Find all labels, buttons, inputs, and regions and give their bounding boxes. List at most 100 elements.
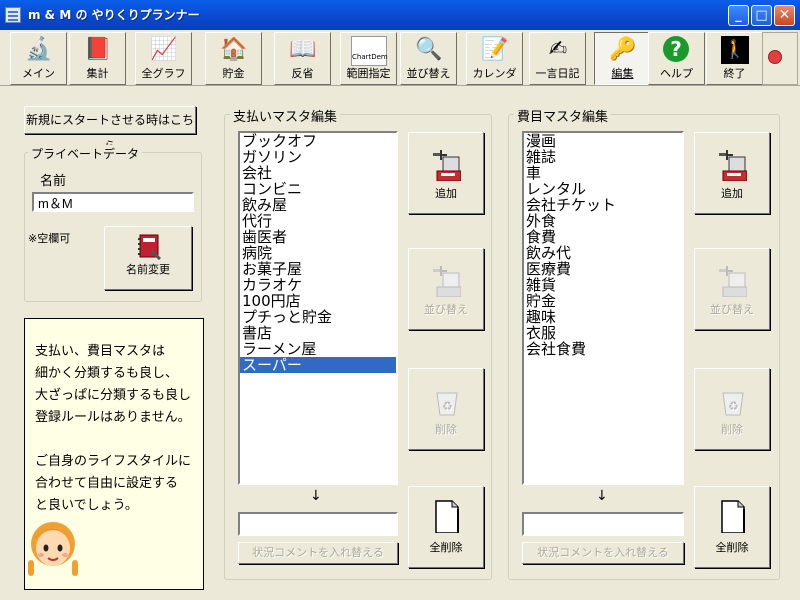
payment-sort-label: 並び替え bbox=[424, 303, 468, 316]
payment-list[interactable]: ブックオフ ガソリン 会社 コンビニ 飲み屋 代行 歯医者 病院 お菓子屋 カラオケ 100円店 プチ… bbox=[238, 131, 398, 485]
list-item[interactable]: プチっと貯金 bbox=[240, 309, 396, 325]
toolbar-button-label: 反省 bbox=[291, 67, 314, 80]
list-item[interactable]: 貯金 bbox=[524, 293, 682, 309]
expense-comment-input[interactable] bbox=[522, 512, 684, 536]
expense-delete-all-label: 全削除 bbox=[715, 541, 749, 554]
notebook-icon: 📕 bbox=[84, 37, 112, 62]
payment-replace-button[interactable]: 状況コメントを入れ替える bbox=[238, 542, 398, 564]
list-item[interactable]: 雑誌 bbox=[524, 149, 682, 165]
expense-delete-all-button[interactable]: 全削除 bbox=[694, 486, 770, 568]
name-label: 名前 bbox=[40, 174, 67, 189]
list-item[interactable]: 歯医者 bbox=[240, 229, 396, 245]
list-item[interactable]: 会社 bbox=[240, 165, 396, 181]
payment-delete-button[interactable]: ♻ 削除 bbox=[408, 368, 484, 450]
payment-add-button[interactable]: 追加 bbox=[408, 132, 484, 214]
list-item[interactable]: コンビニ bbox=[240, 181, 396, 197]
chart-demo-icon: ChartDem bbox=[351, 36, 388, 66]
blank-page-icon bbox=[721, 500, 745, 533]
list-item[interactable]: 車 bbox=[524, 165, 682, 181]
list-item[interactable]: 病院 bbox=[240, 245, 396, 261]
expense-add-button[interactable]: 追加 bbox=[694, 132, 770, 214]
payment-delete-all-button[interactable]: 全削除 bbox=[408, 486, 484, 568]
payment-delete-all-label: 全削除 bbox=[429, 541, 463, 554]
expense-delete-button[interactable]: ♻ 削除 bbox=[694, 368, 770, 450]
blank-page-icon bbox=[435, 500, 459, 533]
payment-master-title: 支払いマスタ編集 bbox=[230, 106, 341, 125]
window-title: m & M の やりくりプランナー bbox=[28, 8, 200, 22]
list-item[interactable]: 趣味 bbox=[524, 309, 682, 325]
list-item[interactable]: 衣服 bbox=[524, 325, 682, 341]
minimize-button[interactable]: _ bbox=[728, 5, 749, 26]
payment-delete-label: 削除 bbox=[435, 423, 457, 436]
toolbar-button-9[interactable]: ✍ 一言日記 bbox=[529, 32, 586, 85]
name-input[interactable] bbox=[32, 192, 194, 212]
exit-icon: 🚶 bbox=[721, 36, 749, 64]
toolbar-button-4[interactable]: 🏠 貯金 bbox=[205, 32, 262, 85]
book-icon: 📖 bbox=[289, 37, 317, 62]
new-start-button[interactable]: 新規にスタートさせる時はこちら bbox=[24, 106, 196, 153]
list-item[interactable]: ガソリン bbox=[240, 149, 396, 165]
list-item[interactable]: 飲み代 bbox=[524, 245, 682, 261]
toolbar-button-label: 全グラフ bbox=[141, 67, 186, 80]
hint-note-line: 支払い、費目マスタは bbox=[35, 344, 166, 359]
hint-note-line: ご自身のライフスタイルに bbox=[35, 454, 192, 469]
toolbar-button-11[interactable]: ? ヘルプ bbox=[648, 32, 705, 85]
sort-icon bbox=[719, 266, 747, 297]
list-item[interactable]: お菓子屋 bbox=[240, 261, 396, 277]
list-item[interactable]: 飲み屋 bbox=[240, 197, 396, 213]
toolbar-button-1[interactable]: 🔬 メイン bbox=[10, 32, 67, 85]
payment-add-label: 追加 bbox=[435, 187, 457, 200]
payment-arrow: ↓ bbox=[310, 488, 322, 504]
list-item[interactable]: レンタル bbox=[524, 181, 682, 197]
list-item[interactable]: 漫画 bbox=[524, 133, 682, 149]
toolbar-button-label: 集計 bbox=[86, 67, 109, 80]
expense-replace-button[interactable]: 状況コメントを入れ替える bbox=[522, 542, 684, 564]
list-item[interactable]: 会社食費 bbox=[524, 341, 682, 357]
rename-button[interactable]: 名前変更 bbox=[104, 226, 192, 290]
toolbar-button-label: 並び替え bbox=[406, 67, 451, 80]
toolbar-button-8[interactable]: 📝 カレンダ bbox=[466, 32, 523, 85]
toolbar-button-7[interactable]: 🔍 並び替え bbox=[400, 32, 457, 85]
list-item[interactable]: 雑貨 bbox=[524, 277, 682, 293]
toolbar-button-10[interactable]: 🔑 編集 bbox=[594, 32, 651, 85]
hint-note-line: 登録ルールはありません。 bbox=[35, 410, 191, 425]
close-button[interactable]: ✕ bbox=[774, 5, 795, 26]
toolbar-button-label: ヘルプ bbox=[660, 67, 693, 80]
list-item[interactable]: 代行 bbox=[240, 213, 396, 229]
toolbar-button-2[interactable]: 📕 集計 bbox=[69, 32, 126, 85]
list-item[interactable]: 100円店 bbox=[240, 293, 396, 309]
diary-icon: ✍ bbox=[548, 37, 568, 62]
trash-icon: ♻ bbox=[722, 392, 744, 416]
toolbar-button-label: メイン bbox=[22, 67, 55, 80]
list-item[interactable]: 食費 bbox=[524, 229, 682, 245]
payment-comment-input[interactable] bbox=[238, 512, 398, 536]
expense-list[interactable]: 漫画 雑誌車レンタル 会社チケット 外食 食費 飲み代 医療費 雑貨 貯金 趣味 衣服 会社食費 bbox=[522, 131, 684, 485]
list-item[interactable]: カラオケ bbox=[240, 277, 396, 293]
list-item[interactable]: ラーメン屋 bbox=[240, 341, 396, 357]
maximize-button[interactable]: □ bbox=[751, 5, 772, 26]
app-icon[interactable] bbox=[5, 7, 21, 23]
payment-sort-button[interactable]: 並び替え bbox=[408, 248, 484, 330]
toolbar-button-5[interactable]: 📖 反省 bbox=[274, 32, 331, 85]
toolbar-button-6[interactable]: ChartDem 範囲指定 bbox=[340, 32, 397, 85]
toolbar-button-label: 範囲指定 bbox=[346, 67, 391, 80]
list-item[interactable]: 会社チケット bbox=[524, 197, 682, 213]
svg-text:♻: ♻ bbox=[728, 399, 739, 413]
svg-text:♻: ♻ bbox=[442, 399, 453, 413]
hint-note-line: 大ざっぱに分類するも良し bbox=[35, 388, 192, 403]
toolbar-button-12[interactable]: 🚶 終了 bbox=[706, 32, 763, 85]
list-item[interactable]: 書店 bbox=[240, 325, 396, 341]
help-icon: ? bbox=[663, 36, 689, 62]
title-bar: m & M の やりくりプランナー _ □ ✕ bbox=[0, 0, 800, 30]
key-icon: 🔑 bbox=[609, 37, 637, 62]
rename-label: 名前変更 bbox=[126, 263, 170, 276]
list-item[interactable]: スーパー bbox=[240, 357, 396, 373]
list-item[interactable]: 外食 bbox=[524, 213, 682, 229]
toolbar-button-label: 貯金 bbox=[222, 67, 245, 80]
expense-sort-button[interactable]: 並び替え bbox=[694, 248, 770, 330]
list-item[interactable]: ブックオフ bbox=[240, 133, 396, 149]
toolbar-button-3[interactable]: 📈 全グラフ bbox=[135, 32, 192, 85]
status-face-icon bbox=[768, 50, 782, 64]
toolbar-button-label: 編集 bbox=[611, 67, 634, 80]
list-item[interactable]: 医療費 bbox=[524, 261, 682, 277]
